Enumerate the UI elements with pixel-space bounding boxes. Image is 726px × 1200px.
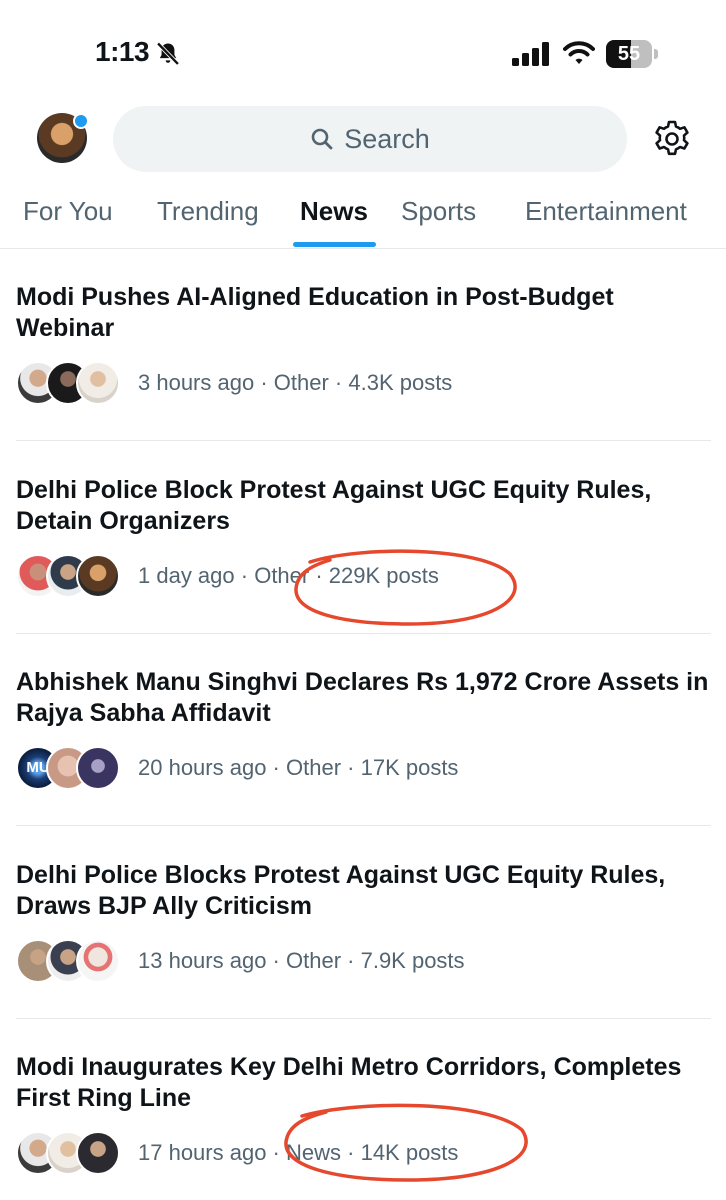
story-post-count: 4.3K posts	[348, 370, 453, 395]
story-time: 13 hours ago	[138, 948, 267, 973]
story-category: Other	[254, 563, 310, 588]
wifi-icon	[563, 41, 595, 64]
tab-for-you[interactable]: For You	[23, 196, 113, 227]
story-headline: Modi Pushes AI-Aligned Education in Post…	[16, 283, 614, 342]
story-time: 20 hours ago	[138, 755, 267, 780]
story-category: Other	[286, 948, 342, 973]
story-post-count: 14K posts	[360, 1140, 459, 1165]
active-tab-indicator	[293, 242, 376, 247]
battery-level: 55	[617, 43, 641, 65]
avatar	[76, 1131, 120, 1175]
story-meta: 17 hours ago · News · 14K posts	[16, 1130, 458, 1176]
story-post-count: 229K posts	[328, 563, 439, 588]
gear-icon[interactable]	[652, 119, 692, 159]
avatar-stack	[16, 360, 120, 406]
avatar-stack	[16, 553, 120, 599]
news-story[interactable]: Modi Pushes AI-Aligned Education in Post…	[16, 282, 711, 441]
search-icon	[311, 128, 333, 150]
search-placeholder: Search	[344, 123, 430, 154]
avatar-stack	[16, 938, 120, 984]
story-time: 3 hours ago	[138, 370, 255, 395]
story-stats: 1 day ago · Other · 229K posts	[138, 563, 439, 588]
tab-bar: For You Trending News Sports Entertainme…	[0, 190, 726, 249]
story-stats: 17 hours ago · News · 14K posts	[138, 1140, 459, 1165]
story-category: Other	[273, 370, 329, 395]
story-headline: Abhishek Manu Singhvi Declares Rs 1,972 …	[16, 668, 709, 727]
story-meta: 1 day ago · Other · 229K posts	[16, 553, 439, 599]
tab-entertainment[interactable]: Entertainment	[525, 196, 687, 227]
story-post-count: 7.9K posts	[360, 948, 465, 973]
story-stats: 13 hours ago · Other · 7.9K posts	[138, 948, 465, 973]
avatar-stack	[16, 1130, 120, 1176]
avatar	[76, 554, 120, 598]
tab-trending[interactable]: Trending	[157, 196, 259, 227]
story-headline: Modi Inaugurates Key Delhi Metro Corrido…	[16, 1053, 682, 1112]
story-meta: 3 hours ago · Other · 4.3K posts	[16, 360, 452, 406]
story-stats: 3 hours ago · Other · 4.3K posts	[138, 370, 453, 395]
news-story[interactable]: Delhi Police Blocks Protest Against UGC …	[16, 860, 711, 1019]
avatar	[76, 939, 120, 983]
story-category: News	[286, 1140, 342, 1165]
story-meta: MU 20 hours ago · Other · 17K posts	[16, 745, 458, 791]
story-headline: Delhi Police Block Protest Against UGC E…	[16, 476, 652, 535]
avatar-stack: MU	[16, 745, 120, 791]
battery-icon: 55	[606, 40, 658, 68]
status-time: 1:13	[95, 36, 150, 67]
status-bar: 1:13 55	[0, 0, 726, 100]
story-stats: 20 hours ago · Other · 17K posts	[138, 755, 459, 780]
story-post-count: 17K posts	[360, 755, 459, 780]
news-story[interactable]: Modi Inaugurates Key Delhi Metro Corrido…	[16, 1052, 711, 1200]
news-story[interactable]: Abhishek Manu Singhvi Declares Rs 1,972 …	[16, 667, 711, 826]
tab-news[interactable]: News	[300, 196, 368, 227]
story-meta: 13 hours ago · Other · 7.9K posts	[16, 938, 465, 984]
tab-sports[interactable]: Sports	[401, 196, 476, 227]
story-time: 1 day ago	[138, 563, 235, 588]
signal-icon	[512, 42, 549, 66]
story-time: 17 hours ago	[138, 1140, 267, 1165]
avatar	[76, 361, 120, 405]
notification-dot	[73, 113, 89, 129]
avatar	[76, 746, 120, 790]
search-bar[interactable]: Search	[113, 106, 627, 172]
story-headline: Delhi Police Blocks Protest Against UGC …	[16, 861, 666, 920]
bell-slash-icon	[156, 42, 180, 66]
news-story[interactable]: Delhi Police Block Protest Against UGC E…	[16, 475, 711, 634]
story-category: Other	[286, 755, 342, 780]
